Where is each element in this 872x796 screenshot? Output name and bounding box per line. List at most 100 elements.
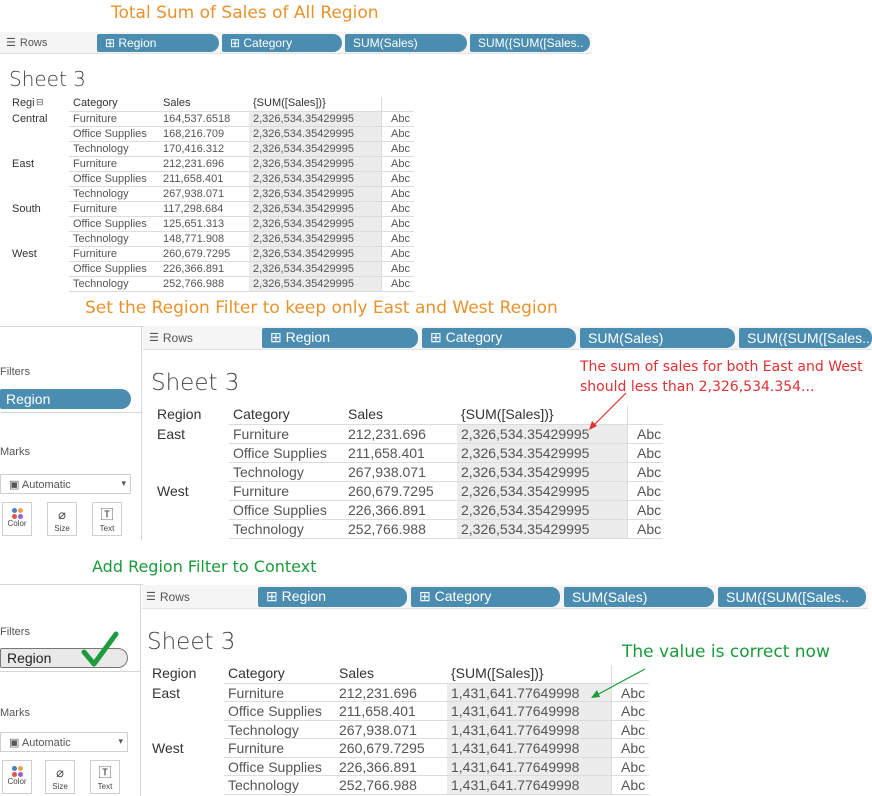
size-button[interactable]: ⌀ Size [47,502,77,536]
sales-cell[interactable]: 267,938.071 [339,722,417,738]
category-pill[interactable]: ⊞ Category [411,586,560,607]
category-cell[interactable]: Technology [233,521,304,537]
total-cell[interactable]: 2,326,534.35429995 [253,203,354,215]
total-cell[interactable]: 2,326,534.35429995 [253,143,354,155]
abc-cell[interactable]: Abc [391,233,410,245]
total-cell[interactable]: 2,326,534.35429995 [253,113,354,125]
total-cell[interactable]: 2,326,534.35429995 [253,248,354,260]
category-cell[interactable]: Office Supplies [228,759,322,775]
abc-cell[interactable]: Abc [621,759,645,775]
sales-cell[interactable]: 212,231.696 [163,158,224,170]
category-cell[interactable]: Technology [228,777,299,793]
region-cell[interactable]: East [152,685,180,701]
category-cell[interactable]: Technology [73,143,129,155]
sales-cell[interactable]: 168,216.709 [163,128,224,140]
abc-cell[interactable]: Abc [391,173,410,185]
sales-cell[interactable]: 170,416.312 [163,143,224,155]
sales-cell[interactable]: 260,679.7295 [348,483,434,499]
category-pill[interactable]: ⊞ Category [222,33,342,52]
sales-cell[interactable]: 212,231.696 [339,685,417,701]
rows-shelf[interactable]: ☰ Rows ⊞ Region ⊞ Category SUM(Sales) SUM… [0,32,592,54]
abc-cell[interactable]: Abc [637,445,661,461]
sales-cell[interactable]: 252,766.988 [163,278,224,290]
total-cell[interactable]: 2,326,534.35429995 [461,426,589,442]
sales-cell[interactable]: 125,651.313 [163,218,224,230]
category-cell[interactable]: Office Supplies [228,703,322,719]
total-cell[interactable]: 2,326,534.35429995 [253,278,354,290]
total-cell[interactable]: 2,326,534.35429995 [461,445,589,461]
abc-cell[interactable]: Abc [391,218,410,230]
abc-cell[interactable]: Abc [637,483,661,499]
mark-type-dropdown[interactable]: ▣ Automatic ▾ [0,474,131,494]
total-cell[interactable]: 1,431,641.77649998 [451,703,579,719]
category-cell[interactable]: Furniture [233,426,289,442]
category-cell[interactable]: Furniture [228,740,284,756]
total-cell[interactable]: 1,431,641.77649998 [451,685,579,701]
abc-cell[interactable]: Abc [391,143,410,155]
sales-cell[interactable]: 226,366.891 [163,263,224,275]
sales-cell[interactable]: 260,679.7295 [339,740,425,756]
category-cell[interactable]: Technology [228,722,299,738]
sort-icon[interactable]: ⊟ [36,97,44,108]
sales-cell[interactable]: 117,298.684 [163,203,223,215]
sum-fixed-sales-pill[interactable]: SUM({SUM([Sales.. [718,586,866,607]
abc-cell[interactable]: Abc [637,426,661,442]
text-button[interactable]: 🅃 Text [92,502,122,536]
total-cell[interactable]: 1,431,641.77649998 [451,777,579,793]
abc-cell[interactable]: Abc [621,722,645,738]
total-cell[interactable]: 2,326,534.35429995 [253,233,354,245]
category-pill[interactable]: ⊞ Category [422,327,576,348]
category-cell[interactable]: Furniture [73,113,117,125]
size-button[interactable]: ⌀ Size [45,760,75,794]
category-cell[interactable]: Office Supplies [233,445,327,461]
total-cell[interactable]: 2,326,534.35429995 [253,218,354,230]
sum-sales-pill[interactable]: SUM(Sales) [580,327,735,348]
sales-cell[interactable]: 252,766.988 [348,521,426,537]
total-cell[interactable]: 2,326,534.35429995 [461,521,589,537]
sales-cell[interactable]: 164,537.6518 [163,113,230,125]
region-cell[interactable]: West [157,483,189,499]
total-cell[interactable]: 1,431,641.77649998 [451,740,579,756]
category-cell[interactable]: Furniture [228,685,284,701]
sum-fixed-sales-pill[interactable]: SUM({SUM([Sales.. [739,327,872,348]
region-pill[interactable]: ⊞ Region [258,586,407,607]
category-cell[interactable]: Office Supplies [73,218,147,230]
sales-cell[interactable]: 211,658.401 [339,703,416,719]
total-cell[interactable]: 2,326,534.35429995 [253,263,354,275]
total-cell[interactable]: 1,431,641.77649998 [451,759,579,775]
total-cell[interactable]: 2,326,534.35429995 [253,158,354,170]
total-cell[interactable]: 2,326,534.35429995 [461,464,589,480]
sales-cell[interactable]: 260,679.7295 [163,248,230,260]
region-cell[interactable]: Central [12,113,47,125]
sales-cell[interactable]: 252,766.988 [339,777,417,793]
sum-sales-pill[interactable]: SUM(Sales) [564,586,714,607]
abc-cell[interactable]: Abc [637,521,661,537]
rows-shelf[interactable]: ☰ Rows ⊞ Region ⊞ Category SUM(Sales) SUM… [143,326,872,350]
sales-cell[interactable]: 267,938.071 [348,464,426,480]
sales-cell[interactable]: 211,658.401 [348,445,425,461]
sum-fixed-sales-pill[interactable]: SUM({SUM([Sales.. [470,33,590,52]
abc-cell[interactable]: Abc [391,263,410,275]
abc-cell[interactable]: Abc [621,703,645,719]
total-cell[interactable]: 1,431,641.77649998 [451,722,579,738]
region-filter-pill[interactable]: Region [0,389,131,409]
text-button[interactable]: 🅃 Text [90,760,120,794]
sales-cell[interactable]: 212,231.696 [348,426,426,442]
region-cell[interactable]: East [157,426,185,442]
abc-cell[interactable]: Abc [391,158,410,170]
category-cell[interactable]: Office Supplies [73,173,147,185]
category-cell[interactable]: Office Supplies [73,128,147,140]
category-cell[interactable]: Technology [233,464,304,480]
category-cell[interactable]: Technology [73,188,129,200]
category-cell[interactable]: Office Supplies [233,502,327,518]
category-cell[interactable]: Technology [73,233,129,245]
abc-cell[interactable]: Abc [391,203,410,215]
abc-cell[interactable]: Abc [621,777,645,793]
category-cell[interactable]: Technology [73,278,129,290]
color-button[interactable]: Color [2,502,32,536]
rows-shelf[interactable]: ☰ Rows ⊞ Region ⊞ Category SUM(Sales) SUM… [142,585,868,609]
category-cell[interactable]: Furniture [73,203,117,215]
region-cell[interactable]: West [12,248,37,260]
abc-cell[interactable]: Abc [637,502,661,518]
abc-cell[interactable]: Abc [391,188,410,200]
